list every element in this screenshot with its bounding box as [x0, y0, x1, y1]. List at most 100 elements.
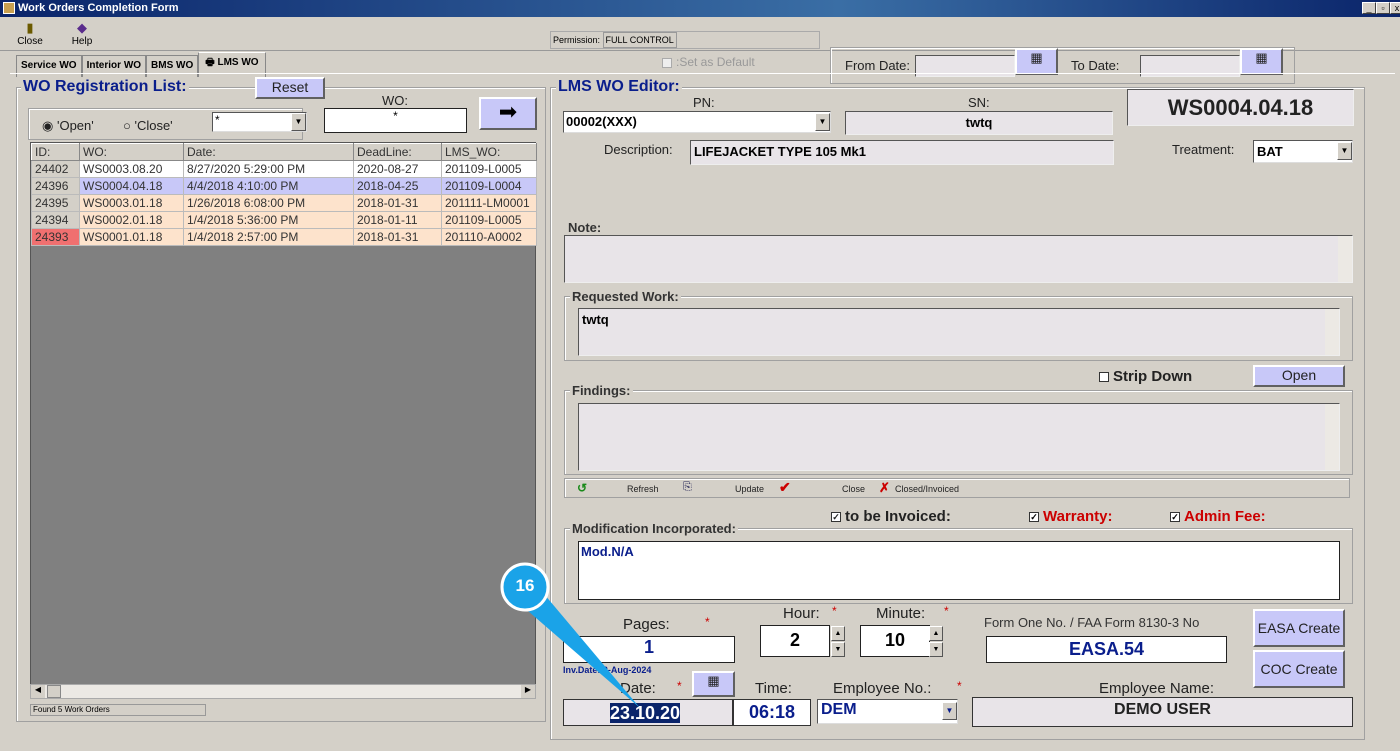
treatment-select[interactable]: BAT ▼ — [1253, 140, 1353, 163]
cell-deadline[interactable]: 2018-01-11 — [353, 211, 442, 229]
findings-textarea[interactable] — [578, 403, 1340, 471]
cell-wo[interactable]: WS0001.01.18 — [79, 228, 184, 246]
set-default-checkbox[interactable]: :Set as Default — [662, 55, 755, 69]
cell-date[interactable]: 4/4/2018 4:10:00 PM — [183, 177, 354, 195]
cell-id[interactable]: 24394 — [31, 211, 80, 229]
wo-table-row[interactable]: 24394 WS0002.01.18 1/4/2018 5:36:00 PM 2018… — [31, 211, 537, 229]
x-icon[interactable]: ✗ — [879, 480, 890, 496]
cell-id[interactable]: 24393 — [31, 228, 80, 246]
employee-no-select[interactable]: DEM ▼ — [817, 699, 958, 724]
description-input[interactable]: LIFEJACKET TYPE 105 Mk1 — [690, 140, 1114, 165]
cell-date[interactable]: 1/4/2018 2:57:00 PM — [183, 228, 354, 246]
employee-no-label: Employee No.: — [833, 680, 932, 697]
minimize-button[interactable]: _ — [1362, 2, 1376, 14]
cell-date[interactable]: 1/26/2018 6:08:00 PM — [183, 194, 354, 212]
hour-down-icon[interactable]: ▼ — [831, 642, 845, 657]
cell-deadline[interactable]: 2018-04-25 — [353, 177, 442, 195]
cell-lms[interactable]: 201109-L0005 — [441, 160, 537, 178]
hour-up-icon[interactable]: ▲ — [831, 626, 845, 641]
from-date-calendar-button[interactable]: ▦ — [1015, 48, 1058, 75]
col-date[interactable]: Date: — [183, 143, 354, 161]
time-input[interactable]: 06:18 — [733, 699, 811, 726]
sn-input[interactable]: twtq — [845, 111, 1113, 135]
admin-fee-label: Admin Fee: — [1184, 508, 1266, 525]
close-window-button[interactable]: x — [1390, 2, 1400, 14]
cell-date[interactable]: 8/27/2020 5:29:00 PM — [183, 160, 354, 178]
refresh-icon[interactable]: ↺ — [577, 481, 587, 495]
date-calendar-button[interactable]: ▦ — [692, 671, 735, 697]
checkmark-icon[interactable]: ✔ — [779, 479, 791, 496]
cell-id[interactable]: 24402 — [31, 160, 80, 178]
col-deadline[interactable]: DeadLine: — [353, 143, 442, 161]
refresh-button[interactable]: Refresh — [627, 484, 659, 494]
coc-create-button[interactable]: COC Create — [1253, 650, 1345, 688]
wo-table-row[interactable]: 24402 WS0003.08.20 8/27/2020 5:29:00 PM 202… — [31, 160, 537, 178]
reset-button[interactable]: Reset — [255, 77, 325, 99]
cell-date[interactable]: 1/4/2018 5:36:00 PM — [183, 211, 354, 229]
chevron-down-icon: ▼ — [1337, 142, 1352, 160]
close-radio[interactable]: ○ 'Close' — [123, 118, 173, 133]
to-date-calendar-button[interactable]: ▦ — [1240, 48, 1283, 75]
requested-scrollbar[interactable] — [1325, 309, 1339, 355]
wo-number-display: WS0004.04.18 — [1127, 89, 1354, 126]
wo-table-row[interactable]: 24396 WS0004.04.18 4/4/2018 4:10:00 PM 2018… — [31, 177, 537, 195]
col-wo[interactable]: WO: — [79, 143, 184, 161]
cell-deadline[interactable]: 2018-01-31 — [353, 228, 442, 246]
cell-wo[interactable]: WS0003.01.18 — [79, 194, 184, 212]
cell-lms[interactable]: 201109-L0004 — [441, 177, 537, 195]
note-scrollbar[interactable] — [1338, 236, 1352, 282]
pn-select[interactable]: 00002(XXX) ▼ — [563, 111, 831, 133]
filter-select[interactable]: * ▼ — [212, 112, 307, 132]
close-wo-button[interactable]: Close — [842, 484, 865, 494]
maximize-button[interactable]: ▫ — [1376, 2, 1390, 14]
date-required-marker: * — [677, 679, 682, 693]
cell-wo[interactable]: WS0002.01.18 — [79, 211, 184, 229]
modification-textarea[interactable]: Mod.N/A — [578, 541, 1340, 600]
wo-table-row[interactable]: 24393 WS0001.01.18 1/4/2018 2:57:00 PM 2018… — [31, 228, 537, 246]
minute-input[interactable]: 10 — [860, 625, 930, 657]
toolbar-close-button[interactable]: ▮ Close — [10, 20, 50, 47]
open-radio[interactable]: ◉ 'Open' — [42, 118, 94, 134]
chevron-down-icon: ▼ — [291, 113, 306, 131]
note-textarea[interactable] — [564, 235, 1353, 283]
cell-deadline[interactable]: 2020-08-27 — [353, 160, 442, 178]
open-button[interactable]: Open — [1253, 365, 1345, 387]
hour-input[interactable]: 2 — [760, 625, 830, 657]
findings-scrollbar[interactable] — [1325, 404, 1339, 470]
update-button[interactable]: Update — [735, 484, 764, 494]
minute-up-icon[interactable]: ▲ — [929, 626, 943, 641]
filter-value: * — [215, 113, 220, 127]
cell-lms[interactable]: 201110-A0002 — [441, 228, 537, 246]
cell-id[interactable]: 24395 — [31, 194, 80, 212]
cell-deadline[interactable]: 2018-01-31 — [353, 194, 442, 212]
calendar-icon: ▦ — [1030, 50, 1043, 65]
col-id[interactable]: ID: — [31, 143, 80, 161]
cell-lms[interactable]: 201111-LM0001 — [441, 194, 537, 212]
go-button[interactable]: ➡ — [479, 97, 537, 130]
window-title: Work Orders Completion Form — [0, 0, 1400, 17]
wo-search-input[interactable]: * — [324, 108, 467, 133]
update-icon[interactable]: ⎘ — [683, 481, 692, 494]
col-lms-wo[interactable]: LMS_WO: — [441, 143, 537, 161]
warranty-checkbox[interactable]: ✓ Warranty: — [1029, 508, 1112, 525]
form-one-input[interactable]: EASA.54 — [986, 636, 1227, 663]
wo-table-row[interactable]: 24395 WS0003.01.18 1/26/2018 6:08:00 PM 201… — [31, 194, 537, 212]
hour-required-marker: * — [832, 604, 837, 618]
strip-down-checkbox[interactable]: Strip Down — [1099, 368, 1192, 385]
cell-id[interactable]: 24396 — [31, 177, 80, 195]
toolbar-help-button[interactable]: ◆ Help — [62, 20, 102, 47]
hour-label: Hour: — [783, 605, 820, 622]
easa-create-button[interactable]: EASA Create — [1253, 609, 1345, 647]
permission-box: Permission: FULL CONTROL — [550, 31, 820, 49]
cell-wo[interactable]: WS0004.04.18 — [79, 177, 184, 195]
cell-lms[interactable]: 201109-L0005 — [441, 211, 537, 229]
cell-wo[interactable]: WS0003.08.20 — [79, 160, 184, 178]
admin-fee-checkbox[interactable]: ✓ Admin Fee: — [1170, 508, 1266, 525]
horizontal-scrollbar[interactable]: ◀ ▶ — [30, 684, 536, 699]
to-be-invoiced-checkbox[interactable]: ✓ to be Invoiced: — [831, 508, 951, 525]
minute-down-icon[interactable]: ▼ — [929, 642, 943, 657]
closed-invoiced-button[interactable]: Closed/Invoiced — [895, 484, 959, 494]
scroll-left-icon[interactable]: ◀ — [31, 685, 45, 698]
requested-work-textarea[interactable]: twtq — [578, 308, 1340, 356]
scroll-thumb[interactable] — [47, 685, 61, 698]
